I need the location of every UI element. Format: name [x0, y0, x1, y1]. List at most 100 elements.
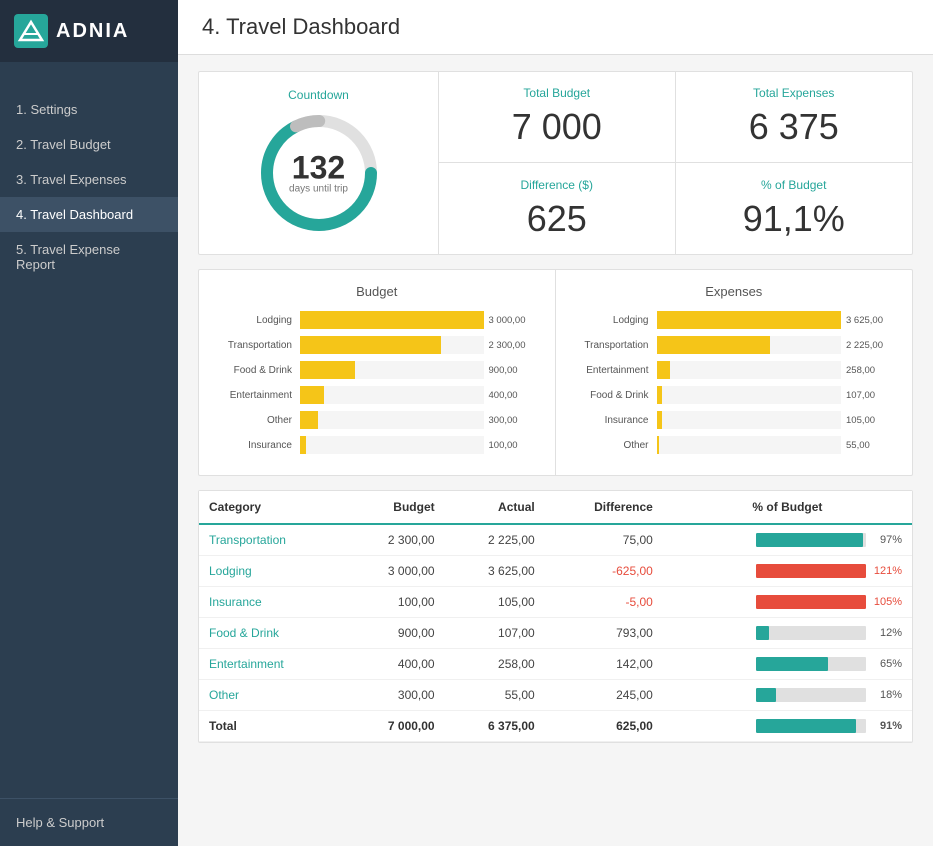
bar-value: 400,00 — [489, 390, 539, 401]
cell-category: Food & Drink — [199, 618, 344, 649]
bar-track — [657, 361, 842, 379]
total-progress-pct: 91% — [872, 720, 902, 732]
cell-total-difference: 625,00 — [545, 711, 663, 742]
progress-pct: 121% — [872, 565, 902, 577]
cell-actual: 105,00 — [445, 587, 545, 618]
bar-fill — [657, 361, 670, 379]
bar-value: 300,00 — [489, 415, 539, 426]
cell-budget: 3 000,00 — [344, 556, 444, 587]
bar-row: Insurance 105,00 — [572, 411, 897, 429]
total-budget-label: Total Budget — [523, 86, 590, 100]
progress-pct: 105% — [872, 596, 902, 608]
bar-value: 258,00 — [846, 365, 896, 376]
sidebar-item-travel-dashboard[interactable]: 4. Travel Dashboard — [0, 197, 178, 232]
col-pct: % of Budget — [663, 491, 912, 524]
total-progress-bar-bg — [756, 719, 866, 733]
sidebar-item-travel-budget[interactable]: 2. Travel Budget — [0, 127, 178, 162]
cell-pct: 12% — [663, 618, 912, 649]
progress-bar-fill — [756, 626, 769, 640]
col-category: Category — [199, 491, 344, 524]
cell-difference: 142,00 — [545, 649, 663, 680]
kpi-row: Countdown 132 days until trip Total Budg… — [198, 71, 913, 255]
bar-track — [300, 411, 484, 429]
progress-bar-bg — [756, 595, 866, 609]
cell-budget: 400,00 — [344, 649, 444, 680]
cell-actual: 3 625,00 — [445, 556, 545, 587]
bar-fill — [300, 336, 441, 354]
countdown-value: 132 — [289, 152, 348, 184]
bar-fill — [300, 411, 318, 429]
progress-pct: 12% — [872, 627, 902, 639]
charts-row: Budget Lodging 3 000,00 Transportation 2… — [198, 269, 913, 476]
bar-row: Entertainment 258,00 — [572, 361, 897, 379]
cell-category: Other — [199, 680, 344, 711]
cell-total-budget: 7 000,00 — [344, 711, 444, 742]
progress-bar-fill — [756, 533, 863, 547]
main-content: 4. Travel Dashboard Countdown 132 days u… — [178, 0, 933, 846]
progress-bar-bg — [756, 688, 866, 702]
countdown-cell: Countdown 132 days until trip — [199, 72, 439, 254]
cell-difference: 245,00 — [545, 680, 663, 711]
cell-difference: -625,00 — [545, 556, 663, 587]
bar-value: 3 000,00 — [489, 315, 539, 326]
sidebar-item-settings[interactable]: 1. Settings — [0, 92, 178, 127]
table-row: Lodging 3 000,00 3 625,00 -625,00 121% — [199, 556, 912, 587]
cell-actual: 107,00 — [445, 618, 545, 649]
budget-bars: Lodging 3 000,00 Transportation 2 300,00… — [215, 311, 539, 454]
bar-label: Entertainment — [215, 390, 300, 401]
difference-cell: Difference ($) 625 — [439, 163, 676, 254]
total-budget-cell: Total Budget 7 000 — [439, 72, 676, 163]
progress-bar-bg — [756, 564, 866, 578]
bar-fill — [300, 386, 324, 404]
bar-label: Transportation — [215, 340, 300, 351]
progress-bar-fill — [756, 595, 866, 609]
cell-pct: 18% — [663, 680, 912, 711]
countdown-sub: days until trip — [289, 184, 348, 195]
expenses-bars: Lodging 3 625,00 Transportation 2 225,00… — [572, 311, 897, 454]
bar-label: Food & Drink — [572, 390, 657, 401]
sidebar-logo-text: ADNIA — [56, 20, 129, 43]
sidebar-help-item[interactable]: Help & Support — [0, 798, 178, 846]
cell-difference: -5,00 — [545, 587, 663, 618]
total-progress-bar-fill — [756, 719, 856, 733]
cell-category: Lodging — [199, 556, 344, 587]
cell-category: Insurance — [199, 587, 344, 618]
cell-budget: 2 300,00 — [344, 524, 444, 556]
bar-row: Food & Drink 900,00 — [215, 361, 539, 379]
total-expenses-value: 6 375 — [749, 106, 839, 148]
progress-bar-fill — [756, 688, 776, 702]
progress-pct: 18% — [872, 689, 902, 701]
bar-fill — [657, 436, 660, 454]
bar-fill — [657, 411, 662, 429]
pct-budget-value: 91,1% — [743, 198, 845, 240]
progress-pct: 97% — [872, 534, 902, 546]
table-row: Insurance 100,00 105,00 -5,00 105% — [199, 587, 912, 618]
bar-value: 2 225,00 — [846, 340, 896, 351]
bar-track — [300, 386, 484, 404]
table-row: Food & Drink 900,00 107,00 793,00 12% — [199, 618, 912, 649]
cell-pct: 97% — [663, 524, 912, 556]
bar-track — [657, 411, 842, 429]
sidebar-nav: 1. Settings2. Travel Budget3. Travel Exp… — [0, 62, 178, 798]
countdown-label: Countdown — [288, 88, 349, 102]
pct-budget-cell: % of Budget 91,1% — [676, 163, 913, 254]
sidebar-item-travel-expenses[interactable]: 3. Travel Expenses — [0, 162, 178, 197]
bar-label: Entertainment — [572, 365, 657, 376]
bar-value: 900,00 — [489, 365, 539, 376]
bar-fill — [300, 311, 484, 329]
cell-actual: 2 225,00 — [445, 524, 545, 556]
bar-value: 107,00 — [846, 390, 896, 401]
cell-difference: 793,00 — [545, 618, 663, 649]
progress-bar-fill — [756, 564, 866, 578]
bar-label: Food & Drink — [215, 365, 300, 376]
table-header-row: Category Budget Actual Difference % of B… — [199, 491, 912, 524]
col-budget: Budget — [344, 491, 444, 524]
cell-difference: 75,00 — [545, 524, 663, 556]
progress-bar-bg — [756, 626, 866, 640]
budget-chart-title: Budget — [215, 284, 539, 299]
bar-value: 100,00 — [489, 440, 539, 451]
cell-actual: 258,00 — [445, 649, 545, 680]
bar-label: Other — [572, 440, 657, 451]
bar-label: Lodging — [215, 315, 300, 326]
sidebar-item-travel-expense-report[interactable]: 5. Travel Expense Report — [0, 232, 178, 282]
